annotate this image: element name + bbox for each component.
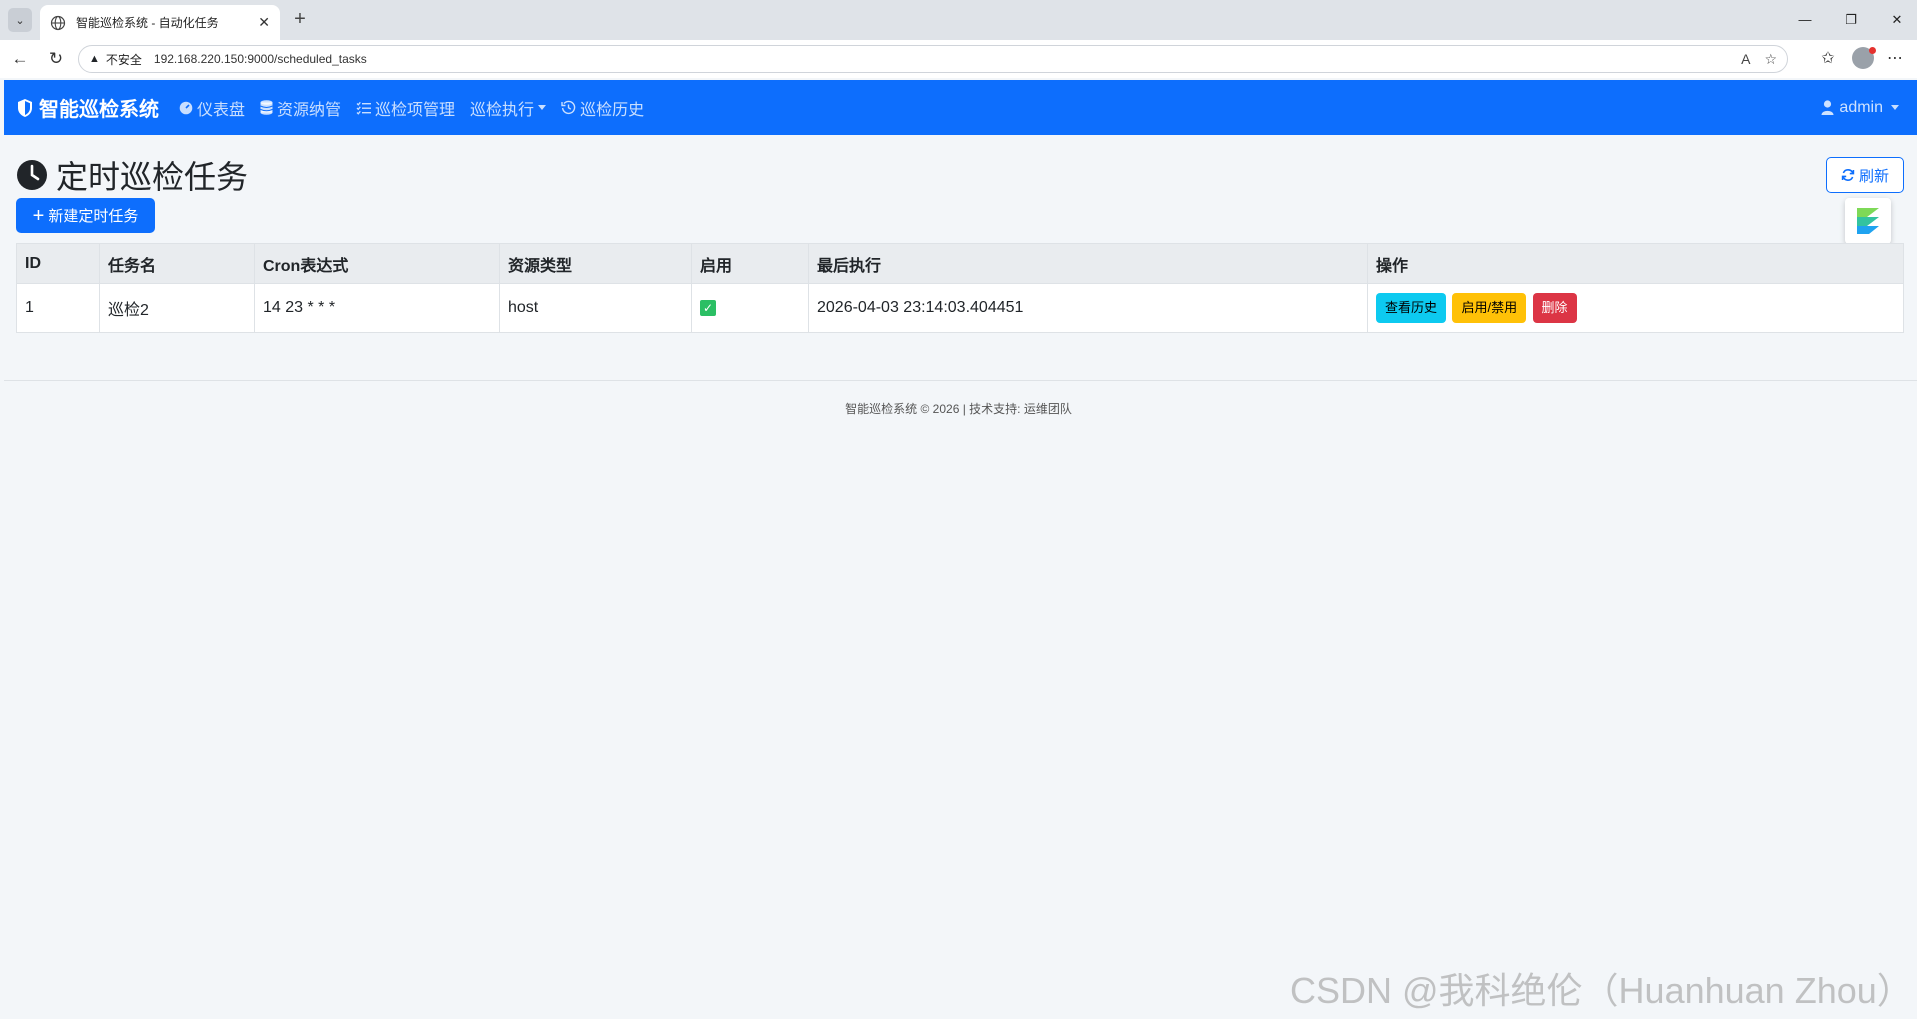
- cell-id: 1: [16, 283, 100, 333]
- plus-icon: +: [32, 204, 45, 227]
- nav-history[interactable]: 巡检历史: [561, 96, 644, 120]
- brand-name: 智能巡检系统: [39, 99, 159, 121]
- nav-inspection-items-label: 巡检项管理: [375, 101, 456, 119]
- notification-dot: [1869, 47, 1876, 54]
- insecure-label: 不安全: [105, 52, 142, 67]
- database-icon: [260, 100, 273, 115]
- chevron-down-icon: [538, 105, 547, 110]
- column-header-name: 任务名: [99, 243, 255, 284]
- table-row: 1 巡检2 14 23 * * * host ✓ 2026-04-03 23:1…: [16, 283, 1904, 333]
- page-title-text: 定时巡检任务: [56, 159, 249, 195]
- warning-icon: ▲: [89, 53, 100, 65]
- footer-divider: [4, 380, 1917, 381]
- user-icon: [1821, 100, 1834, 115]
- nav-resources-label: 资源纳管: [277, 101, 342, 119]
- column-header-last-run: 最后执行: [808, 243, 1368, 284]
- cell-enabled: ✓: [691, 283, 809, 333]
- column-header-cron: Cron表达式: [254, 243, 500, 284]
- column-header-enabled: 启用: [691, 243, 809, 284]
- favorite-star-icon[interactable]: ☆: [1764, 51, 1777, 68]
- footer-text: 智能巡检系统 © 2026 | 技术支持: 运维团队: [845, 402, 1072, 416]
- tab-close-icon[interactable]: ✕: [258, 14, 270, 31]
- address-bar[interactable]: ▲ 不安全 192.168.220.150:9000/scheduled_tas…: [78, 45, 1788, 73]
- app-navbar: 智能巡检系统 仪表盘 资源纳管 巡检项管理 巡检执行 巡检历史 admin: [4, 80, 1917, 135]
- cell-cron: 14 23 * * *: [254, 283, 500, 333]
- enabled-check-icon: ✓: [700, 300, 716, 316]
- refresh-icon: [1841, 169, 1855, 181]
- cell-resource-type: host: [499, 283, 692, 333]
- read-aloud-icon[interactable]: A: [1741, 51, 1750, 67]
- column-header-id: ID: [16, 243, 100, 284]
- nav-dashboard[interactable]: 仪表盘: [179, 96, 245, 120]
- brand[interactable]: 智能巡检系统: [16, 93, 159, 122]
- browser-toolbar: ← ↻ ▲ 不安全 192.168.220.150:9000/scheduled…: [0, 40, 1917, 78]
- browser-tab[interactable]: 智能巡检系统 - 自动化任务 ✕: [40, 5, 280, 40]
- nav-inspection-items[interactable]: 巡检项管理: [356, 96, 455, 120]
- globe-icon: [50, 15, 66, 30]
- window-close-icon[interactable]: ✕: [1882, 8, 1912, 32]
- nav-inspection-exec-dropdown[interactable]: 巡检执行: [470, 96, 547, 120]
- speedometer-icon: [179, 101, 193, 114]
- nav-inspection-exec-label: 巡检执行: [470, 101, 535, 119]
- column-header-actions: 操作: [1367, 243, 1904, 284]
- history-icon: [561, 100, 576, 115]
- user-menu[interactable]: admin: [1821, 80, 1899, 135]
- watermark: CSDN @我科绝伦（Huanhuan Zhou）: [1290, 970, 1913, 1011]
- tab-list-button[interactable]: ⌄: [8, 8, 32, 32]
- refresh-label: 刷新: [1858, 167, 1889, 185]
- cell-actions: 查看历史 启用/禁用 删除: [1367, 283, 1904, 333]
- cell-name: 巡检2: [99, 283, 255, 333]
- new-scheduled-task-button[interactable]: + 新建定时任务: [16, 198, 155, 233]
- assistant-logo-icon: [1857, 208, 1879, 234]
- view-history-button[interactable]: 查看历史: [1376, 293, 1447, 323]
- minimize-icon[interactable]: —: [1790, 8, 1820, 32]
- shield-icon: [18, 98, 32, 117]
- column-header-resource: 资源类型: [499, 243, 692, 284]
- username: admin: [1839, 98, 1883, 116]
- nav-dashboard-label: 仪表盘: [197, 101, 246, 119]
- new-scheduled-task-label: 新建定时任务: [48, 208, 139, 225]
- delete-button[interactable]: 删除: [1532, 293, 1577, 323]
- url-text[interactable]: 192.168.220.150:9000/scheduled_tasks: [154, 52, 1727, 66]
- nav-history-label: 巡检历史: [580, 101, 645, 119]
- refresh-button[interactable]: 刷新: [1826, 157, 1904, 193]
- page-title: 定时巡检任务: [16, 152, 248, 198]
- chevron-down-icon: [1891, 105, 1899, 110]
- clock-icon: [17, 160, 47, 190]
- cell-last-run: 2026-04-03 23:14:03.404451: [808, 283, 1368, 333]
- favorites-icon[interactable]: ✩: [1817, 48, 1839, 70]
- floating-assistant-logo[interactable]: [1845, 198, 1891, 244]
- restore-icon[interactable]: ❐: [1836, 8, 1866, 32]
- browser-tabstrip: ⌄ 智能巡检系统 - 自动化任务 ✕ + — ❐ ✕: [0, 0, 1917, 40]
- scheduled-tasks-table: ID 任务名 Cron表达式 资源类型 启用 最后执行 操作 1 巡检2 14 …: [16, 243, 1904, 333]
- new-tab-button[interactable]: +: [288, 8, 312, 32]
- more-menu-icon[interactable]: ⋯: [1884, 48, 1906, 70]
- tab-title: 智能巡检系统 - 自动化任务: [76, 16, 219, 30]
- reload-icon[interactable]: ↻: [44, 48, 68, 70]
- table-header-row: ID 任务名 Cron表达式 资源类型 启用 最后执行 操作: [16, 243, 1904, 284]
- nav-resources[interactable]: 资源纳管: [260, 96, 341, 120]
- toggle-enable-button[interactable]: 启用/禁用: [1452, 293, 1527, 323]
- list-check-icon: [356, 101, 372, 115]
- back-arrow-icon[interactable]: ←: [8, 48, 32, 70]
